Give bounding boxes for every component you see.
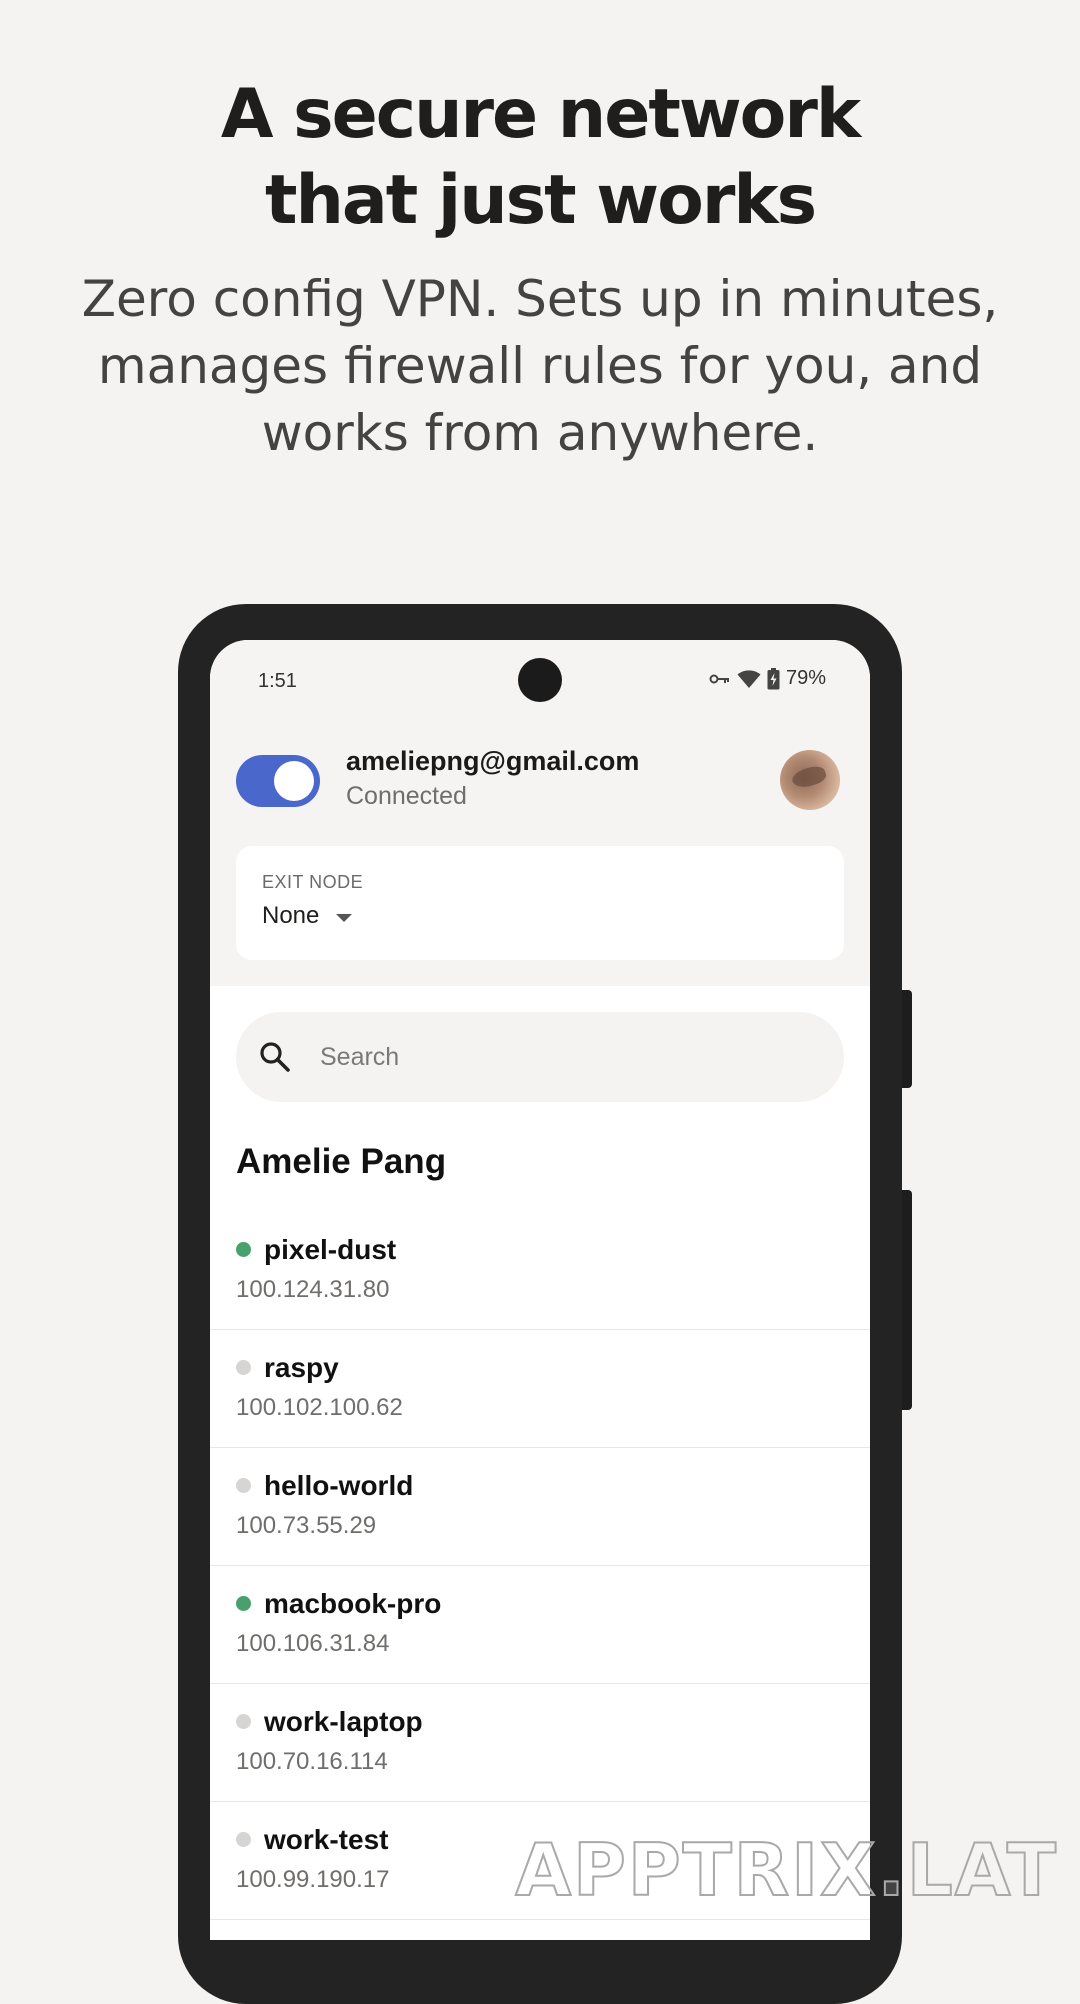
device-status-dot — [236, 1360, 251, 1375]
device-name: macbook-pro — [264, 1588, 442, 1619]
front-camera — [518, 658, 562, 702]
device-name: work-laptop — [264, 1706, 423, 1737]
wifi-icon — [737, 669, 761, 689]
device-status-dot — [236, 1714, 251, 1729]
exit-node-label: EXIT NODE — [262, 872, 364, 892]
list-item[interactable]: work-laptop 100.70.16.114 — [210, 1684, 870, 1802]
status-time: 1:51 — [258, 670, 297, 692]
header-area: 1:51 79% ameliepng@gmail.com Connected E… — [210, 640, 870, 986]
device-status-dot — [236, 1242, 251, 1257]
search-icon — [258, 1040, 292, 1079]
phone-side-button-lower — [902, 1190, 912, 1410]
device-status-dot — [236, 1478, 251, 1493]
marketing-subheadline: Zero config VPN. Sets up in minutes, man… — [81, 270, 999, 462]
list-item[interactable]: hello-world 100.73.55.29 — [210, 1448, 870, 1566]
device-name: raspy — [264, 1352, 339, 1383]
avatar[interactable] — [780, 750, 840, 810]
exit-node-value: None — [262, 902, 320, 929]
list-item[interactable]: macbook-pro 100.106.31.84 — [210, 1566, 870, 1684]
connection-status: Connected — [346, 782, 467, 810]
device-name: hello-world — [264, 1470, 414, 1501]
watermark: APPTRIX.LAT — [514, 1827, 1058, 1913]
device-ip: 100.70.16.114 — [236, 1748, 388, 1775]
device-name: work-test — [264, 1824, 389, 1855]
device-name: pixel-dust — [264, 1234, 397, 1265]
exit-node-card[interactable]: EXIT NODE None — [236, 846, 844, 960]
device-ip: 100.124.31.80 — [236, 1276, 390, 1303]
device-ip: 100.106.31.84 — [236, 1630, 390, 1657]
battery-percent: 79% — [785, 667, 826, 689]
device-list: pixel-dust 100.124.31.80 raspy 100.102.1… — [210, 1212, 870, 1920]
vpn-toggle[interactable] — [236, 755, 320, 807]
account-email: ameliepng@gmail.com — [346, 746, 640, 776]
chevron-down-icon — [336, 914, 352, 922]
vpn-key-icon — [709, 672, 731, 686]
battery-charging-icon — [767, 667, 780, 690]
search-bar[interactable] — [236, 1012, 844, 1102]
phone-screen: 1:51 79% ameliepng@gmail.com Connected E… — [210, 640, 870, 1940]
list-item[interactable]: pixel-dust 100.124.31.80 — [210, 1212, 870, 1330]
list-item[interactable]: raspy 100.102.100.62 — [210, 1330, 870, 1448]
search-input[interactable] — [320, 1012, 820, 1102]
device-ip: 100.99.190.17 — [236, 1866, 390, 1893]
section-title: Amelie Pang — [236, 1142, 447, 1181]
vpn-toggle-knob — [274, 761, 314, 801]
device-ip: 100.73.55.29 — [236, 1512, 377, 1539]
status-icons: 79% — [709, 667, 826, 690]
phone-side-button-upper — [902, 990, 912, 1088]
device-status-dot — [236, 1596, 251, 1611]
device-ip: 100.102.100.62 — [236, 1394, 403, 1421]
marketing-headline: A secure network that just works — [220, 75, 861, 240]
device-status-dot — [236, 1832, 251, 1847]
